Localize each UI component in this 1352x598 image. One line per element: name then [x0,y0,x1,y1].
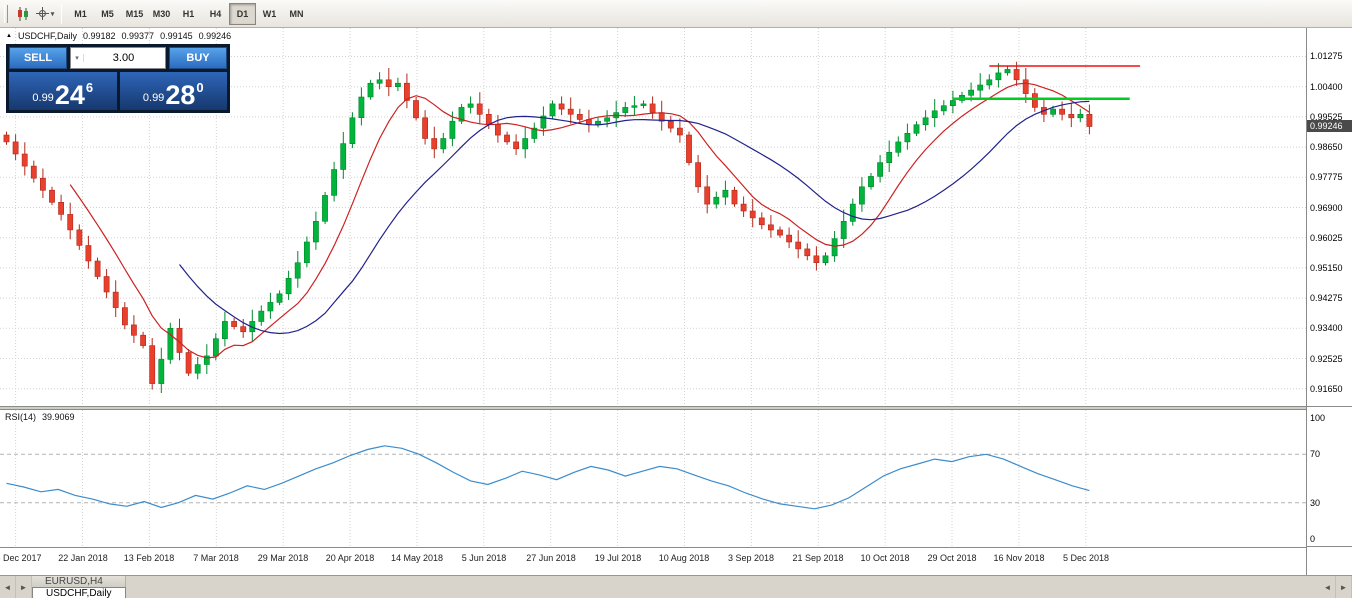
current-price-tag: 0.99246 [1307,120,1352,132]
date-axis-label: 10 Oct 2018 [853,553,917,563]
price-axis-label: 0.97775 [1310,172,1343,182]
chart-tabs: EURUSD,H4USDCHF,DailyUSDCAD,H4AUDUSD,H4U… [32,576,126,598]
collapse-triangle-icon[interactable]: ▲ [6,33,12,39]
ohlc-high: 0.99377 [122,31,155,41]
toolbar-grip[interactable] [4,5,8,23]
rsi-axis-label: 30 [1310,498,1320,508]
price-axis-label: 0.95150 [1310,263,1343,273]
chart-tab-bar: ◄ ► EURUSD,H4USDCHF,DailyUSDCAD,H4AUDUSD… [0,575,1352,598]
date-axis-label: 16 Nov 2018 [987,553,1051,563]
timeframe-m15[interactable]: M15 [121,3,148,25]
date-axis-label: 5 Jun 2018 [452,553,516,563]
date-axis-label: 28 Dec 2017 [0,553,48,563]
axis-separator [1307,406,1352,407]
price-axis-label: 0.92525 [1310,354,1343,364]
lot-size-control[interactable]: ▾ [70,47,166,69]
price-axis-label: 0.96025 [1310,233,1343,243]
candlestick-glyph [16,6,30,22]
date-axis-label: 29 Oct 2018 [920,553,984,563]
sell-price-prefix: 0.99 [32,92,53,104]
tab-scroll-left-end-icon[interactable]: ◄ [1320,576,1336,598]
price-axis[interactable]: 0.99246 1.012751.004000.995250.986500.97… [1306,28,1352,575]
rsi-indicator-label: RSI(14) 39.9069 [5,412,75,422]
price-axis-label: 1.01275 [1310,51,1343,61]
timeframe-mn[interactable]: MN [283,3,310,25]
sell-price-sup: 6 [86,80,93,95]
trade-widget-controls: SELL ▾ BUY [9,47,227,69]
date-axis-label: 7 Mar 2018 [184,553,248,563]
candlestick-chart-icon[interactable] [12,3,34,25]
tab-scroll-left-icon[interactable]: ◄ [0,576,16,598]
timeframe-d1[interactable]: D1 [229,3,256,25]
crosshair-icon[interactable]: ▾ [34,3,56,25]
price-axis-label: 1.00400 [1310,82,1343,92]
crosshair-glyph [36,7,49,20]
rsi-panel[interactable]: RSI(14) 39.9069 [0,410,1306,547]
axis-separator [1307,546,1352,547]
price-axis-label: 0.91650 [1310,384,1343,394]
date-axis-label: 22 Jan 2018 [51,553,115,563]
timeframe-h1[interactable]: H1 [175,3,202,25]
date-axis-label: 29 Mar 2018 [251,553,315,563]
price-axis-label: 0.94275 [1310,293,1343,303]
chevron-down-icon: ▾ [51,10,55,18]
sell-button[interactable]: SELL [9,47,67,69]
date-axis-label: 13 Feb 2018 [117,553,181,563]
date-axis-label: 27 Jun 2018 [519,553,583,563]
buy-price-prefix: 0.99 [143,92,164,104]
chart-tab-usdchf-daily[interactable]: USDCHF,Daily [32,587,126,598]
trade-widget-prices: 0.99 24 6 0.99 28 0 [9,72,227,110]
buy-price-display[interactable]: 0.99 28 0 [120,72,228,110]
sell-price-display[interactable]: 0.99 24 6 [9,72,117,110]
rsi-axis-label: 0 [1310,534,1315,544]
date-axis[interactable]: 28 Dec 201722 Jan 201813 Feb 20187 Mar 2… [0,547,1306,575]
ohlc-low: 0.99145 [160,31,193,41]
date-axis-label: 3 Sep 2018 [719,553,783,563]
buy-price-sup: 0 [196,80,203,95]
timeframe-w1[interactable]: W1 [256,3,283,25]
price-chart-panel[interactable]: ▲ USDCHF,Daily 0.99182 0.99377 0.99145 0… [0,28,1306,406]
timeframe-group: M1M5M15M30H1H4D1W1MN [67,3,310,25]
date-axis-label: 19 Jul 2018 [586,553,650,563]
one-click-trading-widget: SELL ▾ BUY 0.99 24 6 [6,44,230,113]
top-toolbar: ▾ M1M5M15M30H1H4D1W1MN [0,0,1352,28]
price-axis-label: 0.98650 [1310,142,1343,152]
ohlc-close: 0.99246 [199,31,232,41]
date-axis-label: 10 Aug 2018 [652,553,716,563]
tab-scroll-right-end-icon[interactable]: ► [1336,576,1352,598]
buy-button[interactable]: BUY [169,47,227,69]
timeframe-m1[interactable]: M1 [67,3,94,25]
chart-tab-eurusd-h4[interactable]: EURUSD,H4 [32,576,126,587]
toolbar-separator [61,4,62,24]
rsi-axis-label: 100 [1310,413,1325,423]
rsi-value: 39.9069 [42,412,75,422]
rsi-name: RSI(14) [5,412,36,422]
chart-header: ▲ USDCHF,Daily 0.99182 0.99377 0.99145 0… [6,31,231,41]
chart-window: ▲ USDCHF,Daily 0.99182 0.99377 0.99145 0… [0,28,1352,575]
rsi-chart-svg[interactable] [0,410,1306,547]
plot-column: ▲ USDCHF,Daily 0.99182 0.99377 0.99145 0… [0,28,1306,575]
buy-price-big: 28 [165,84,195,107]
date-axis-label: 21 Sep 2018 [786,553,850,563]
timeframe-m5[interactable]: M5 [94,3,121,25]
rsi-axis-label: 70 [1310,449,1320,459]
chart-symbol-label: USDCHF,Daily [18,31,77,41]
price-axis-label: 0.93400 [1310,323,1343,333]
lot-dropdown-caret-icon[interactable]: ▾ [71,54,84,62]
ohlc-open: 0.99182 [83,31,116,41]
mt4-terminal: ▾ M1M5M15M30H1H4D1W1MN ▲ USDCHF,Daily 0.… [0,0,1352,598]
timeframe-h4[interactable]: H4 [202,3,229,25]
lot-size-input[interactable] [84,52,163,64]
date-axis-label: 20 Apr 2018 [318,553,382,563]
price-axis-label: 0.96900 [1310,203,1343,213]
date-axis-label: 5 Dec 2018 [1054,553,1118,563]
tab-bar-spacer [126,576,1320,598]
tab-scroll-right-icon[interactable]: ► [16,576,32,598]
date-axis-label: 14 May 2018 [385,553,449,563]
sell-price-big: 24 [55,84,85,107]
timeframe-m30[interactable]: M30 [148,3,175,25]
